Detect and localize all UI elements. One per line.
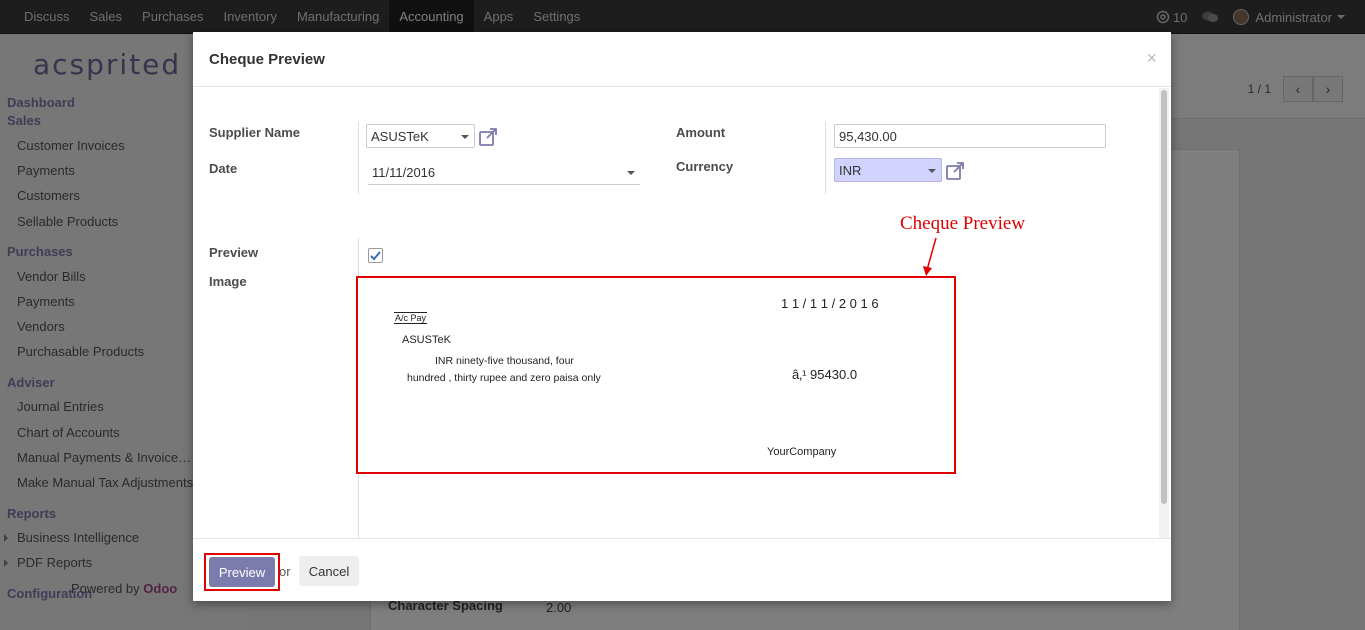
dialog-body: Supplier Name ASUSTeK Date 11/11/2016 Am…: [193, 88, 1171, 538]
supplier-name-select[interactable]: ASUSTeK: [366, 124, 475, 148]
or-text: or: [279, 564, 291, 579]
cheque-amount-words-line2: hundred , thirty rupee and zero paisa on…: [407, 372, 601, 384]
currency-label: Currency: [676, 159, 734, 174]
dialog-title: Cheque Preview: [209, 51, 325, 68]
date-select[interactable]: 11/11/2016: [368, 161, 640, 185]
annotation-arrow-icon: [923, 237, 937, 276]
dropdown-arrow-icon: [928, 169, 936, 173]
cheque-company: YourCompany: [767, 446, 837, 458]
image-label: Image: [209, 274, 247, 289]
date-value: 11/11/2016: [372, 165, 436, 180]
cheque-date: 1 1 / 1 1 / 2 0 1 6: [781, 296, 879, 311]
scrollbar-thumb[interactable]: [1161, 90, 1167, 504]
amount-input[interactable]: 95,430.00: [834, 124, 1106, 148]
currency-value: INR: [839, 163, 862, 178]
dialog-header: Cheque Preview ×: [193, 32, 1171, 87]
supplier-name-value: ASUSTeK: [371, 129, 429, 144]
cheque-payee: ASUSTeK: [402, 334, 451, 346]
supplier-name-label: Supplier Name: [209, 125, 301, 140]
checkmark-icon: [370, 251, 381, 261]
dropdown-arrow-icon: [461, 135, 469, 139]
preview-button[interactable]: Preview: [209, 557, 275, 587]
dialog-scrollbar[interactable]: [1159, 88, 1169, 538]
cancel-button[interactable]: Cancel: [299, 556, 359, 586]
dropdown-arrow-icon: [627, 171, 635, 175]
date-label: Date: [209, 161, 238, 176]
divider: [358, 122, 359, 194]
cheque-amount: â‚¹ 95430.0: [792, 367, 858, 382]
divider: [825, 122, 826, 194]
preview-label: Preview: [209, 245, 259, 260]
dialog-footer: Preview or Cancel: [193, 538, 1171, 601]
annotation-label: Cheque Preview: [900, 213, 1026, 234]
close-icon[interactable]: ×: [1146, 48, 1157, 69]
cheque-image: 1 1 / 1 1 / 2 0 1 6 A/c Pay ASUSTeK INR …: [356, 276, 956, 474]
amount-label: Amount: [676, 125, 726, 140]
currency-select[interactable]: INR: [834, 158, 942, 182]
cheque-preview-dialog: Cheque Preview × Supplier Name ASUSTeK D…: [193, 32, 1171, 601]
cheque-amount-words-line1: INR ninety-five thousand, four: [435, 355, 574, 367]
cheque-ac-pay: A/c Pay: [394, 312, 428, 324]
external-link-icon[interactable]: [478, 127, 498, 147]
preview-checkbox[interactable]: [368, 248, 383, 263]
external-link-icon[interactable]: [945, 161, 965, 181]
